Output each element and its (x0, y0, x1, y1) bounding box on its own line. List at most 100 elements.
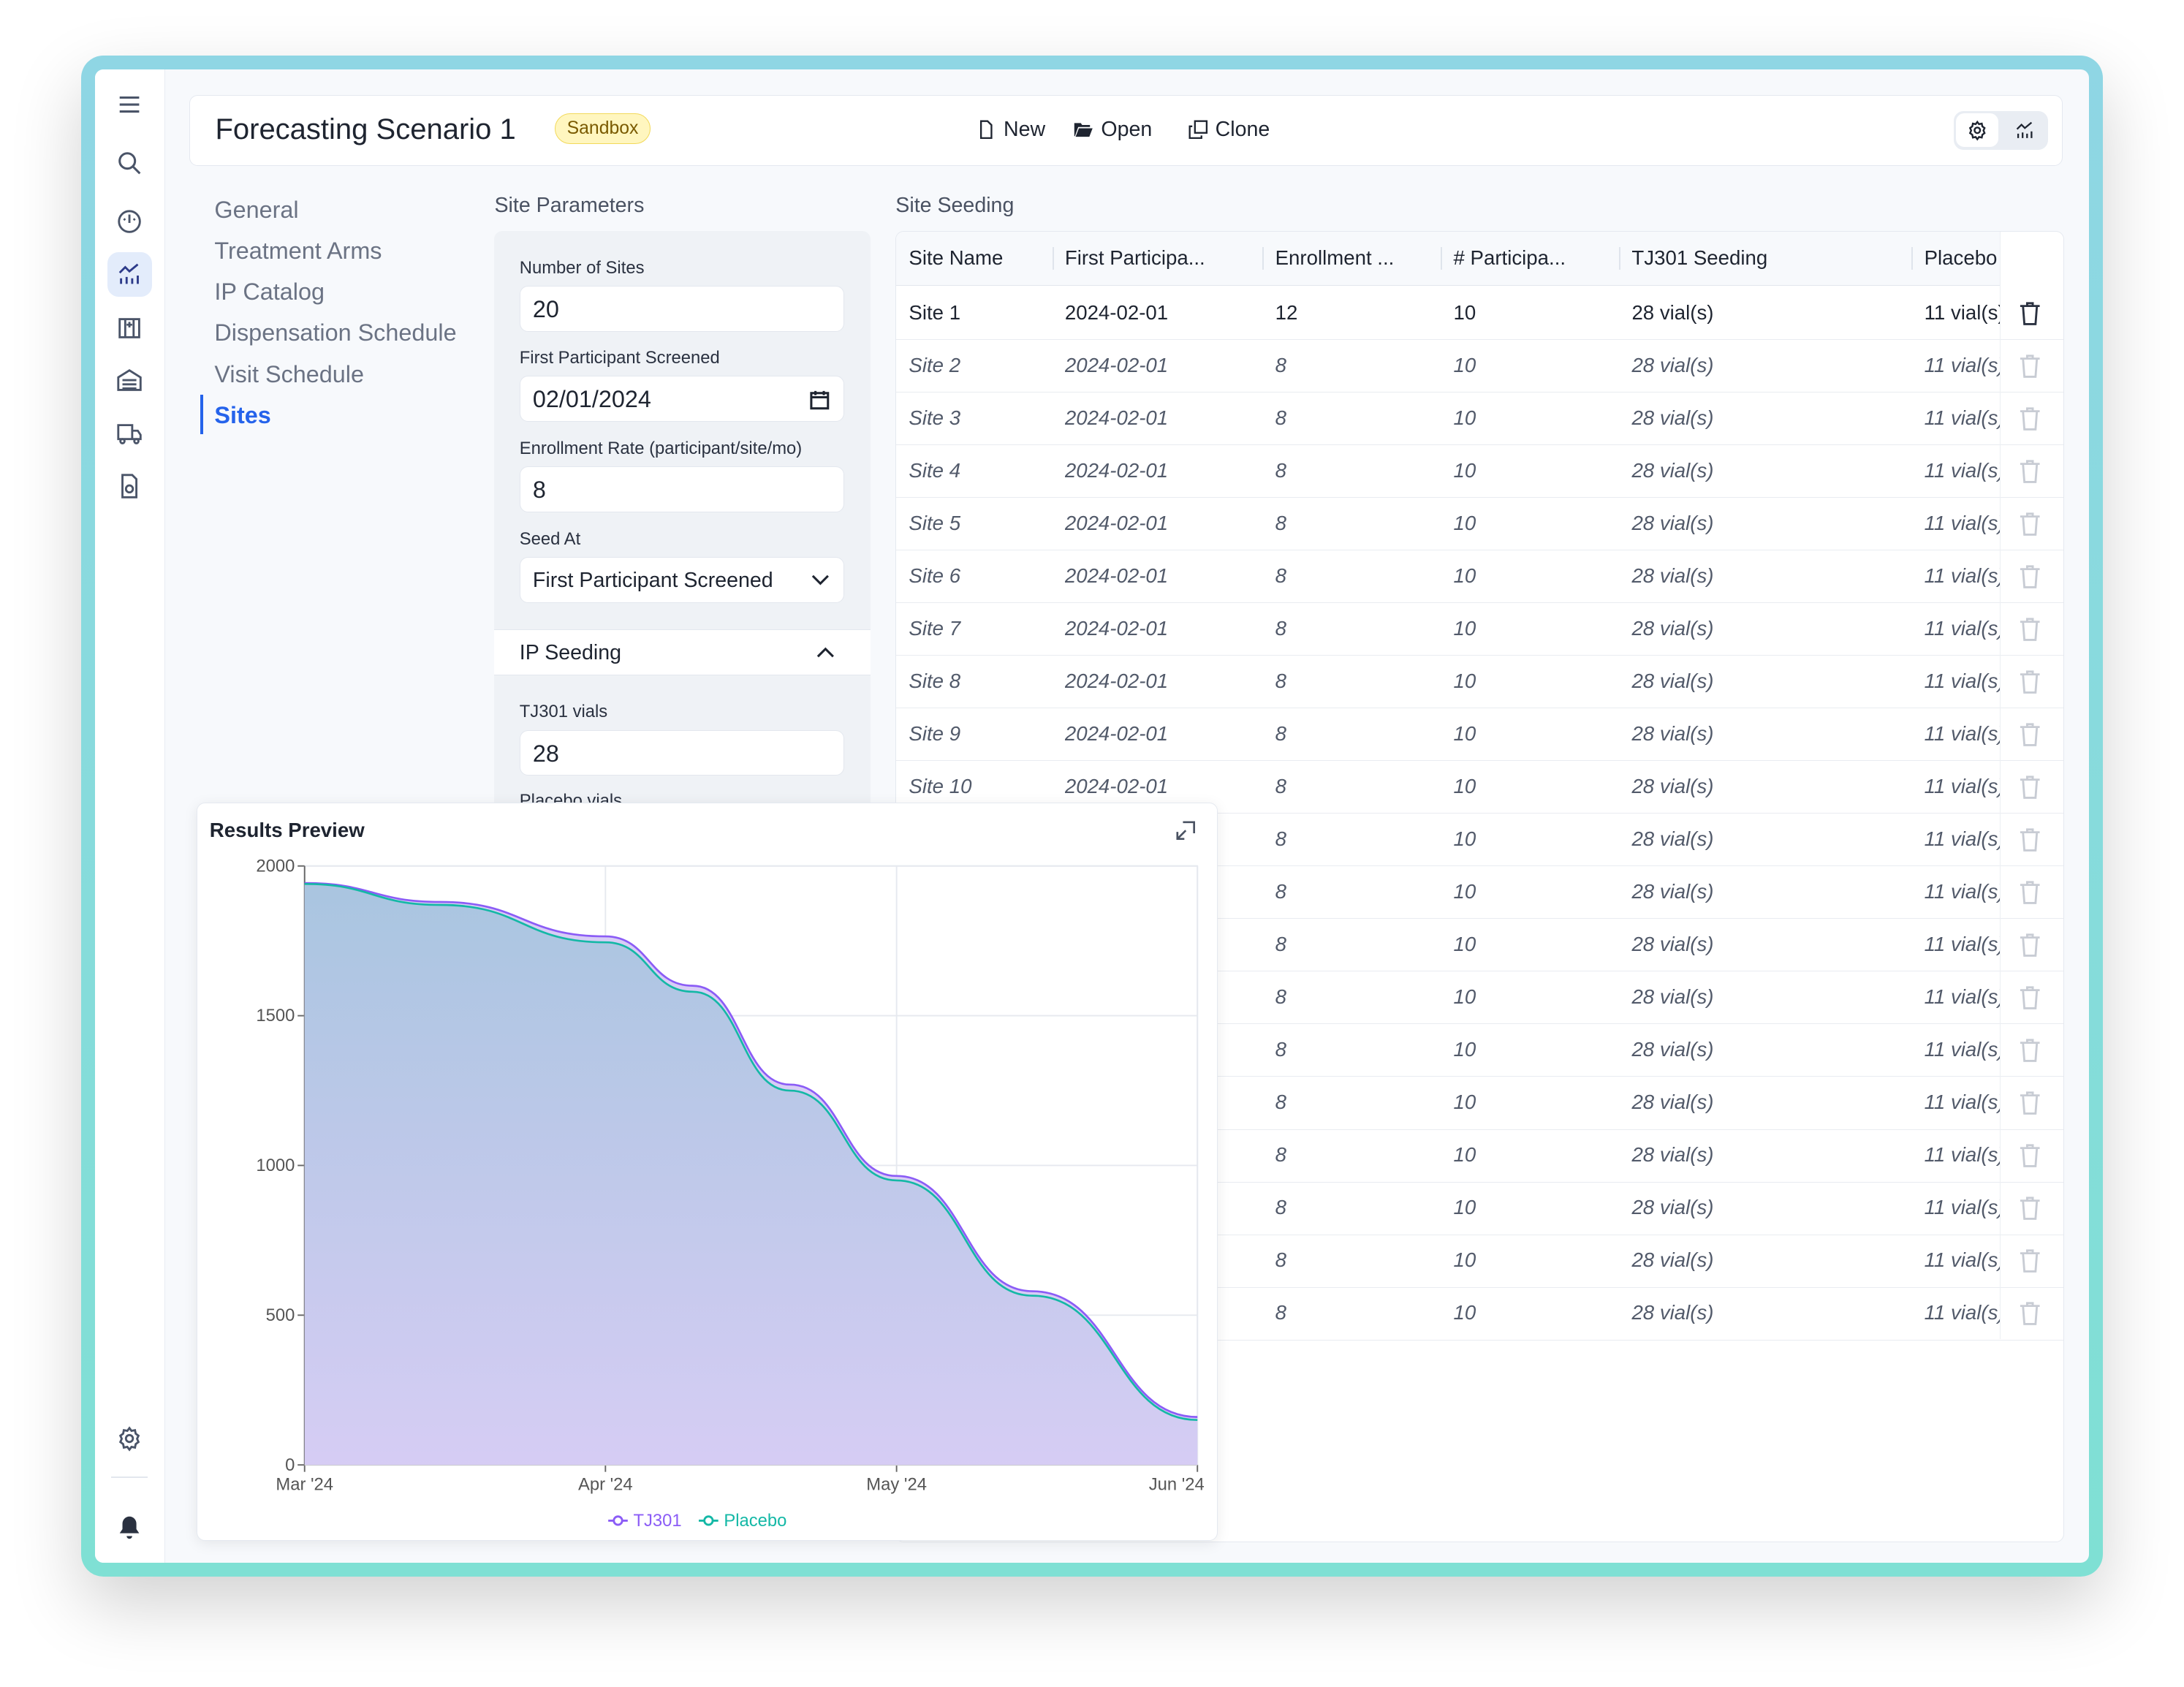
nav-ip-catalog[interactable]: IP Catalog (200, 277, 456, 318)
column-header-site-name[interactable]: Site Name (909, 232, 1048, 284)
trash-icon[interactable] (2019, 774, 2041, 799)
clone-button[interactable]: Clone (1188, 118, 1270, 142)
table-row[interactable]: Site 3 2024-02-01 8 10 28 vial(s) 11 vial(s) (896, 392, 2064, 446)
trash-icon[interactable] (2019, 721, 2041, 746)
seed-at-label: Seed At (519, 529, 581, 550)
cell-first-participant: 2024-02-01 (1064, 669, 1169, 692)
trash-icon[interactable] (2019, 564, 2041, 588)
cell-enrollment: 8 (1275, 1196, 1286, 1219)
trash-icon[interactable] (2019, 353, 2041, 378)
trash-icon[interactable] (2019, 1090, 2041, 1115)
cell-placebo: 11 vial(s) (1924, 458, 2000, 482)
document-icon[interactable] (107, 464, 152, 509)
cell-placebo: 11 vial(s) (1924, 1143, 2000, 1167)
table-row[interactable]: Site 1 2024-02-01 12 10 28 vial(s) 11 vial(s) (896, 287, 2064, 341)
chevron-down-icon (811, 575, 829, 585)
cell-first-participant: 2024-02-01 (1064, 511, 1169, 534)
cell-participants: 10 (1453, 933, 1476, 955)
trash-icon[interactable] (2019, 1195, 2041, 1221)
y-tick-label: 1500 (256, 1006, 295, 1026)
expand-icon[interactable] (1175, 819, 1197, 841)
trash-icon[interactable] (2019, 985, 2041, 1009)
trash-icon[interactable] (2019, 932, 2041, 957)
table-row[interactable]: Site 6 2024-02-01 8 10 28 vial(s) 11 vial(s) (896, 550, 2064, 604)
trash-icon[interactable] (2019, 458, 2041, 483)
cell-tj301-seeding: 28 vial(s) (1631, 721, 1714, 745)
y-tick-label: 1000 (256, 1156, 295, 1175)
ip-seeding-section-header[interactable]: IP Seeding (494, 629, 871, 676)
menu-icon[interactable] (107, 82, 152, 126)
trash-icon[interactable] (2019, 879, 2041, 904)
dashboard-gauge-icon[interactable] (107, 199, 152, 243)
chart-view-button[interactable] (2003, 113, 2045, 147)
tj301-vials-input[interactable]: 28 (519, 729, 844, 776)
cell-participants: 10 (1453, 353, 1476, 376)
trash-icon[interactable] (2019, 300, 2041, 325)
cell-site-name: Site 2 (909, 353, 961, 376)
results-chart: 0 500 1000 1500 2000 Mar '24 Apr '24 May '24 Jun… (256, 856, 1204, 1531)
site-seeding-title: Site Seeding (895, 193, 1015, 217)
cell-tj301-seeding: 28 vial(s) (1631, 353, 1714, 376)
trash-icon[interactable] (2019, 1037, 2041, 1062)
table-row[interactable]: Site 5 2024-02-01 8 10 28 vial(s) 11 vial(s) (896, 497, 2064, 551)
open-button[interactable]: Open (1073, 118, 1152, 142)
new-button[interactable]: New (976, 118, 1045, 142)
nav-sites[interactable]: Sites (200, 395, 456, 441)
cell-tj301-seeding: 28 vial(s) (1631, 1196, 1714, 1219)
cell-enrollment: 8 (1275, 511, 1286, 534)
header-bar: Forecasting Scenario 1 Sandbox New Open … (189, 94, 2063, 166)
column-header-enrollment[interactable]: Enrollment ... (1262, 232, 1452, 284)
cell-tj301-seeding: 28 vial(s) (1631, 985, 1714, 1009)
nav-general[interactable]: General (200, 195, 456, 236)
enrollment-rate-input[interactable]: 8 (519, 466, 844, 513)
cell-placebo: 11 vial(s) (1924, 774, 2000, 797)
trash-icon[interactable] (2019, 1248, 2041, 1273)
cell-placebo: 11 vial(s) (1924, 564, 2000, 587)
trash-icon[interactable] (2019, 1300, 2041, 1326)
forecast-chart-icon[interactable] (107, 251, 152, 297)
trash-icon[interactable] (2019, 406, 2041, 431)
cell-site-name: Site 4 (909, 458, 961, 482)
trash-icon[interactable] (2019, 511, 2041, 536)
column-header-first-participant[interactable]: First Participa... (1052, 232, 1274, 284)
cell-participants: 10 (1453, 406, 1476, 429)
search-icon[interactable] (107, 140, 152, 185)
first-screened-date-input[interactable]: 02/01/2024 (519, 376, 844, 422)
column-header-participants[interactable]: # Participa... (1441, 232, 1630, 284)
column-header-tj301-seeding[interactable]: TJ301 Seeding (1619, 232, 1910, 284)
cell-participants: 10 (1453, 721, 1476, 745)
x-tick-label: Apr '24 (578, 1474, 633, 1494)
cell-placebo: 11 vial(s) (1924, 353, 2000, 376)
trash-icon[interactable] (2019, 1142, 2041, 1167)
nav-dispensation-schedule[interactable]: Dispensation Schedule (200, 318, 456, 359)
cell-enrollment: 8 (1275, 879, 1286, 903)
hospital-icon[interactable] (107, 305, 152, 349)
warehouse-icon[interactable] (107, 358, 152, 403)
trash-icon[interactable] (2019, 616, 2041, 641)
table-row[interactable]: Site 4 2024-02-01 8 10 28 vial(s) 11 vial(s) (896, 444, 2064, 498)
results-preview-card: 0 500 1000 1500 2000 Mar '24 Apr '24 May '24 Jun… (196, 802, 1218, 1541)
trash-icon[interactable] (2019, 669, 2041, 694)
new-label: New (1003, 118, 1046, 142)
cell-tj301-seeding: 28 vial(s) (1631, 300, 1714, 324)
number-of-sites-input[interactable]: 20 (519, 285, 844, 332)
cell-enrollment: 8 (1275, 458, 1286, 482)
cell-participants: 10 (1453, 458, 1476, 482)
trash-icon[interactable] (2019, 827, 2041, 852)
cell-site-name: Site 8 (909, 669, 961, 692)
truck-icon[interactable] (107, 411, 152, 455)
seed-at-select[interactable]: First Participant Screened (519, 557, 844, 604)
table-row[interactable]: Site 9 2024-02-01 8 10 28 vial(s) 11 vial(s) (896, 708, 2064, 762)
column-header-placebo[interactable]: Placebo (1911, 232, 2012, 284)
bell-icon[interactable] (107, 1506, 152, 1550)
table-row[interactable]: Site 8 2024-02-01 8 10 28 vial(s) 11 vial(s) (896, 655, 2064, 709)
nav-treatment-arms[interactable]: Treatment Arms (200, 236, 456, 277)
table-row[interactable]: Site 7 2024-02-01 8 10 28 vial(s) 11 vial(s) (896, 602, 2064, 656)
view-toggle (1953, 110, 2049, 150)
settings-view-button[interactable] (1956, 113, 1998, 148)
calendar-icon[interactable] (810, 390, 830, 411)
settings-icon[interactable] (107, 1417, 152, 1461)
nav-visit-schedule[interactable]: Visit Schedule (200, 360, 456, 401)
table-row[interactable]: Site 2 2024-02-01 8 10 28 vial(s) 11 vial(s) (896, 339, 2064, 393)
cell-placebo: 11 vial(s) (1924, 406, 2000, 429)
